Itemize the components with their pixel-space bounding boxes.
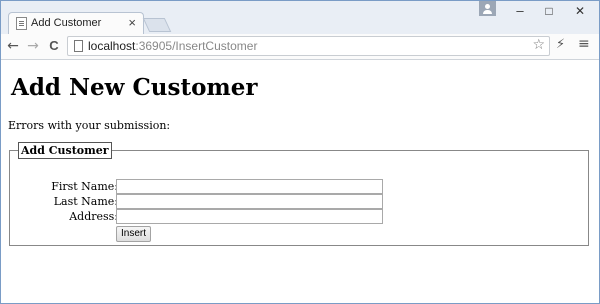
last-name-input[interactable] [116, 194, 383, 209]
url-text: localhost:36905/InsertCustomer [88, 39, 258, 53]
add-customer-fieldset: Add Customer First Name: Last Name: Addr… [9, 142, 589, 246]
browser-toolbar: ← → C localhost:36905/InsertCustomer ☆ ⚡… [1, 34, 599, 60]
address-label: Address: [69, 210, 118, 223]
last-name-row: Last Name: [10, 194, 590, 210]
tab-close-icon[interactable]: × [128, 15, 136, 30]
address-bar[interactable]: localhost:36905/InsertCustomer ☆ [67, 36, 550, 56]
close-window-button[interactable]: ✕ [567, 3, 593, 19]
browser-tab[interactable]: Add Customer × [8, 12, 144, 34]
extension-icon[interactable]: ⚡ [556, 37, 565, 52]
bookmark-star-icon[interactable]: ☆ [532, 37, 545, 53]
first-name-row: First Name: [10, 179, 590, 195]
first-name-label: First Name: [51, 180, 118, 193]
forward-arrow-icon[interactable]: → [25, 37, 41, 55]
maximize-button[interactable]: □ [536, 3, 562, 19]
new-tab-button[interactable] [142, 18, 172, 32]
page-favicon-icon [16, 17, 27, 30]
title-bar: Add Customer × – □ ✕ [1, 1, 599, 34]
insert-button[interactable]: Insert [116, 226, 152, 242]
menu-icon[interactable]: ≡ [578, 36, 590, 52]
address-input[interactable] [116, 209, 383, 224]
fieldset-legend: Add Customer [18, 142, 112, 159]
first-name-input[interactable] [116, 179, 383, 194]
page-title: Add New Customer [11, 74, 258, 101]
reload-icon[interactable]: C [46, 37, 62, 55]
address-row: Address: [10, 209, 590, 225]
minimize-button[interactable]: – [507, 3, 533, 19]
submit-row: Insert [10, 226, 590, 242]
browser-window: Add Customer × – □ ✕ ← → C localhost:369… [0, 0, 600, 304]
tab-title: Add Customer [31, 17, 102, 29]
profile-icon[interactable] [479, 1, 496, 16]
page-icon [74, 40, 83, 52]
last-name-label: Last Name: [53, 195, 118, 208]
page-content: Add New Customer Errors with your submis… [1, 60, 599, 303]
error-message: Errors with your submission: [8, 119, 171, 132]
back-arrow-icon[interactable]: ← [5, 37, 21, 55]
